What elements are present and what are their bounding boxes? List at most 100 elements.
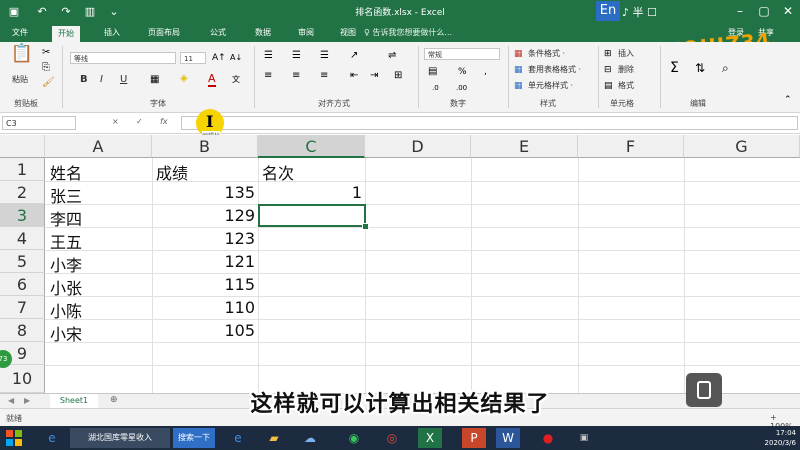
format-painter-icon[interactable]: 🖌 [42, 77, 55, 89]
windows-start-icon[interactable] [6, 430, 22, 446]
cell-A6[interactable]: 小张 [50, 275, 82, 299]
row-header[interactable]: 8 [0, 319, 45, 342]
column-header[interactable]: G [684, 135, 800, 158]
cell-B4[interactable]: 123 [152, 229, 255, 248]
chat-icon[interactable]: ◉ [342, 428, 366, 448]
column-header[interactable]: D [365, 135, 471, 158]
format-as-table-button[interactable]: 套用表格格式 · [528, 64, 581, 75]
network-icon[interactable]: ☁ [298, 428, 322, 448]
ime-indicator[interactable]: En [596, 1, 620, 21]
number-format-combo[interactable]: 常规 [424, 48, 500, 60]
enter-icon[interactable]: ✓ [136, 117, 143, 126]
column-header[interactable]: E [471, 135, 578, 158]
font-size-combo[interactable]: 11 [180, 52, 206, 64]
comma-style-icon[interactable]: , [484, 66, 487, 78]
cell-styles-icon[interactable]: ▦ [514, 80, 523, 92]
cell-A5[interactable]: 小李 [50, 252, 82, 276]
row-header[interactable]: 3 [0, 204, 45, 227]
cell-B2[interactable]: 135 [152, 183, 255, 202]
decrease-decimal-icon[interactable]: .00 [456, 82, 467, 94]
worksheet-grid[interactable]: A B C D E F G 1 2 3 4 5 6 7 8 9 10 姓名 成绩… [0, 135, 800, 393]
cancel-icon[interactable]: × [112, 117, 119, 126]
font-color-button[interactable]: A [208, 72, 216, 87]
close-icon[interactable]: ✕ [780, 4, 796, 18]
cell-B8[interactable]: 105 [152, 321, 255, 340]
file-explorer-icon[interactable]: ▰ [262, 428, 286, 448]
percent-style-icon[interactable]: % [458, 66, 467, 78]
decrease-indent-icon[interactable]: ⇤ [350, 70, 358, 82]
row-header[interactable]: 4 [0, 227, 45, 250]
taskbar-ie-window[interactable]: 湖北国库零星收入 [70, 428, 170, 448]
italic-button[interactable]: I [100, 74, 103, 85]
fill-color-icon[interactable]: ◈ [180, 73, 188, 85]
cell-A2[interactable]: 张三 [50, 183, 82, 207]
format-cells-icon[interactable]: ▤ [604, 80, 613, 92]
paste-icon[interactable]: 📋 [10, 45, 34, 63]
accounting-format-icon[interactable]: ▤ [428, 66, 437, 78]
column-header[interactable]: C [258, 135, 365, 158]
fill-handle[interactable] [362, 223, 369, 230]
system-clock[interactable]: 17:04 2020/3/6 [756, 428, 796, 448]
maximize-icon[interactable]: ▢ [756, 4, 772, 18]
delete-cells-icon[interactable]: ⊟ [604, 64, 612, 76]
insert-cells-button[interactable]: 插入 [618, 48, 634, 59]
column-header[interactable]: B [152, 135, 258, 158]
column-header[interactable]: A [45, 135, 152, 158]
copy-icon[interactable]: ⎘ [42, 62, 50, 74]
cell-B5[interactable]: 121 [152, 252, 255, 271]
row-header[interactable]: 5 [0, 250, 45, 273]
grow-font-icon[interactable]: A↑ [212, 52, 226, 64]
paste-button[interactable]: 粘贴 [12, 74, 28, 85]
cell-A1[interactable]: 姓名 [50, 160, 82, 184]
align-top-icon[interactable]: ☰ [264, 50, 273, 62]
format-cells-button[interactable]: 格式 [618, 80, 634, 91]
bold-button[interactable]: B [80, 74, 88, 85]
name-box[interactable]: C3 [2, 116, 76, 130]
floating-record-button[interactable] [686, 373, 722, 407]
conditional-format-button[interactable]: 条件格式 · [528, 48, 565, 59]
row-header[interactable]: 1 [0, 158, 45, 181]
delete-cells-button[interactable]: 删除 [618, 64, 634, 75]
row-header[interactable]: 7 [0, 296, 45, 319]
align-right-icon[interactable]: ≡ [320, 70, 328, 82]
wrap-text-icon[interactable]: ⇌ [388, 50, 396, 62]
taskbar-search-button[interactable]: 搜索一下 [173, 428, 215, 448]
cell-B6[interactable]: 115 [152, 275, 255, 294]
autosum-icon[interactable]: Σ [670, 61, 679, 75]
ie-icon[interactable]: e [40, 428, 64, 448]
chrome-icon[interactable]: ◎ [380, 428, 404, 448]
sort-filter-icon[interactable]: ⇅ [695, 62, 705, 74]
tab-home[interactable]: 开始 [52, 26, 80, 42]
font-name-combo[interactable]: 等线 [70, 52, 176, 64]
merge-center-icon[interactable]: ⊞ [394, 70, 402, 82]
tab-page-layout[interactable]: 页面布局 [148, 27, 180, 38]
excel-icon[interactable]: X [418, 428, 442, 448]
underline-button[interactable]: U [120, 74, 127, 85]
cell-A3[interactable]: 李四 [50, 206, 82, 230]
cell-C1[interactable]: 名次 [262, 160, 294, 184]
align-center-icon[interactable]: ≡ [292, 70, 300, 82]
find-select-icon[interactable]: ⌕ [722, 62, 729, 74]
active-cell-C3[interactable] [258, 204, 366, 227]
tab-review[interactable]: 审阅 [298, 27, 314, 38]
minimize-icon[interactable]: – [732, 4, 748, 18]
tab-view[interactable]: 视图 [340, 27, 356, 38]
increase-decimal-icon[interactable]: .0 [432, 82, 439, 94]
phonetic-icon[interactable]: 文 [232, 74, 240, 86]
tab-file[interactable]: 文件 [12, 27, 28, 38]
tab-insert[interactable]: 插入 [104, 27, 120, 38]
cell-C2[interactable]: 1 [258, 183, 362, 202]
collapse-ribbon-icon[interactable]: ⌃ [784, 94, 792, 106]
shrink-font-icon[interactable]: A↓ [230, 52, 242, 64]
cell-A8[interactable]: 小宋 [50, 321, 82, 345]
row-header[interactable]: 6 [0, 273, 45, 296]
row-header[interactable]: 2 [0, 181, 45, 204]
ie-browser-icon[interactable]: e [226, 428, 250, 448]
tab-formulas[interactable]: 公式 [210, 27, 226, 38]
cell-B3[interactable]: 129 [152, 206, 255, 225]
app-icon[interactable]: ▣ [572, 428, 596, 448]
align-middle-icon[interactable]: ☰ [292, 50, 301, 62]
insert-cells-icon[interactable]: ⊞ [604, 48, 612, 60]
increase-indent-icon[interactable]: ⇥ [370, 70, 378, 82]
select-all-corner[interactable] [0, 135, 45, 158]
